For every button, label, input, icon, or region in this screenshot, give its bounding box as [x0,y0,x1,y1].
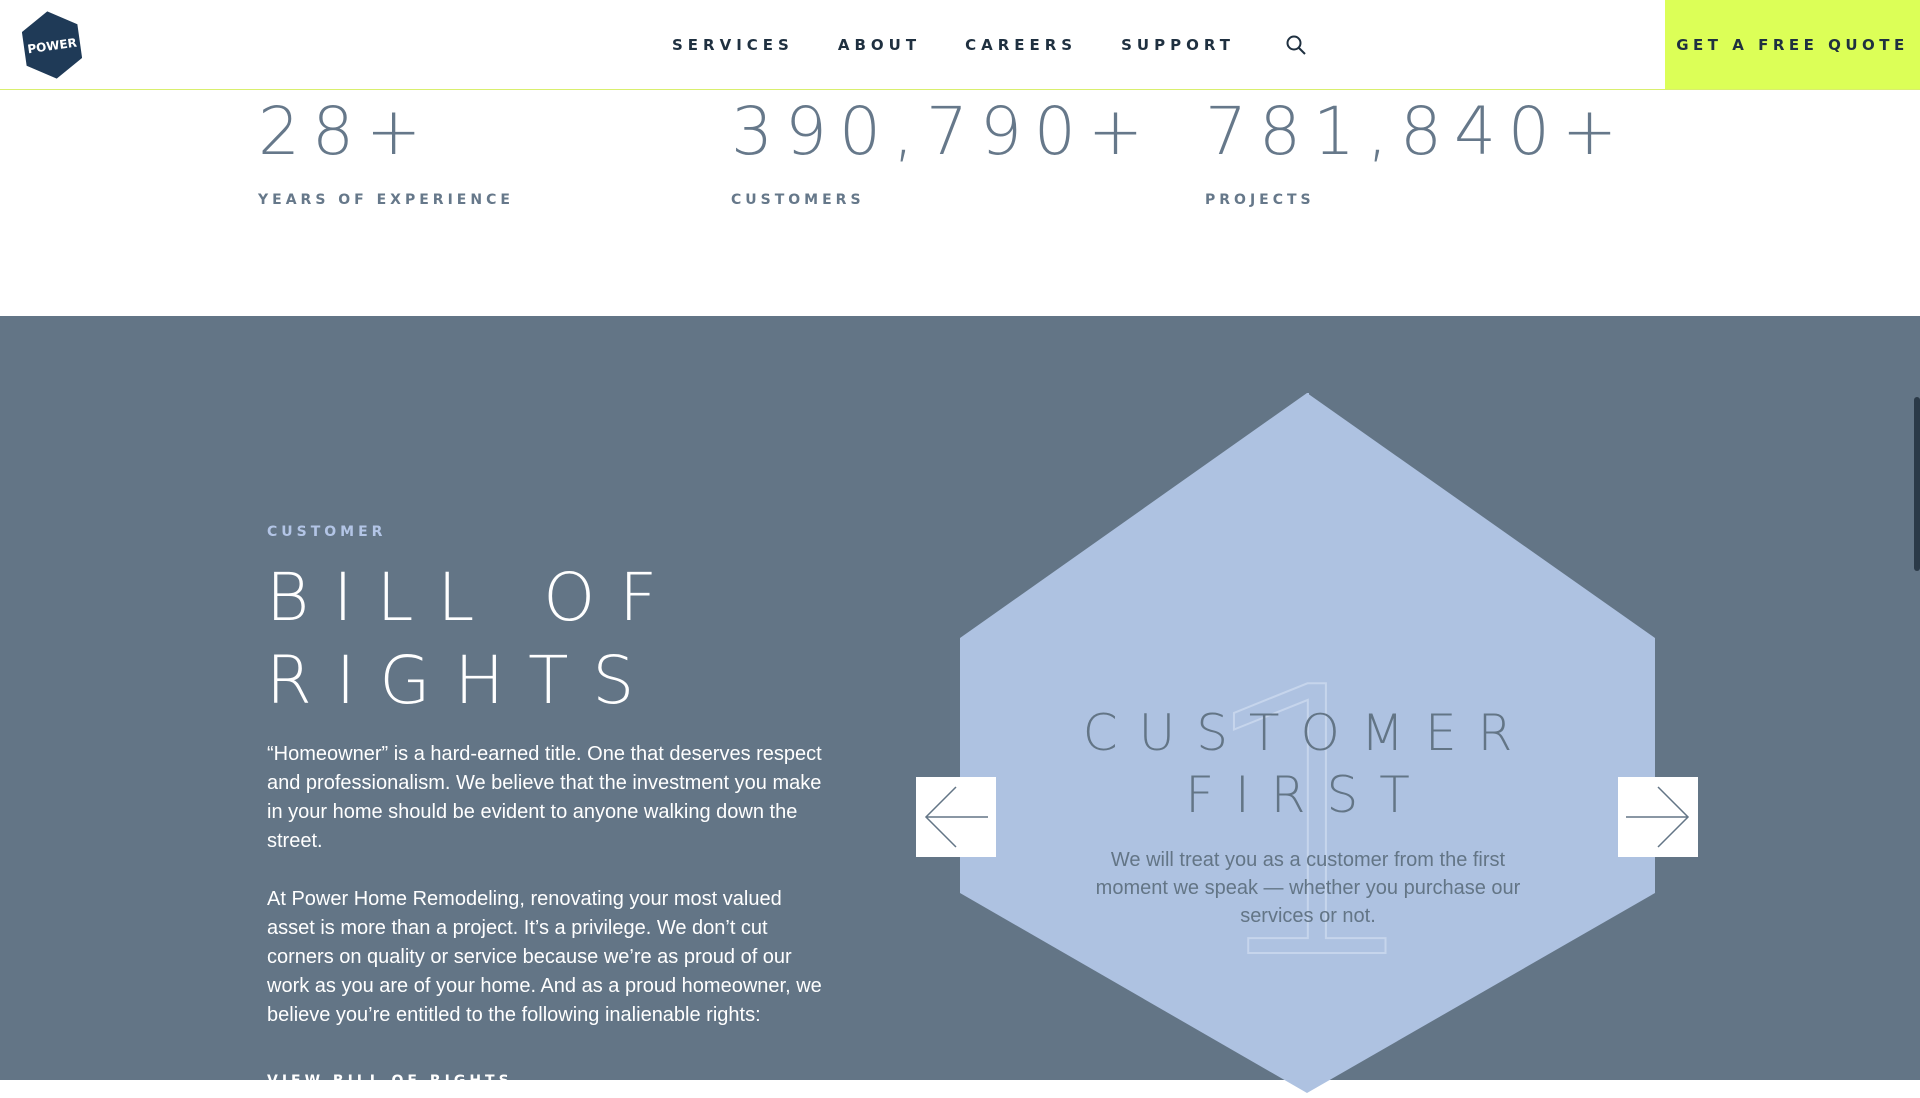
stat-projects: 781,840+ PROJECTS [1205,92,1629,208]
nav-about[interactable]: ABOUT [838,36,921,54]
section-eyebrow: CUSTOMER [267,524,387,540]
nav-support[interactable]: SUPPORT [1121,36,1235,54]
nav-services[interactable]: SERVICES [672,36,794,54]
stat-customers: 390,790+ CUSTOMERS [731,92,1155,208]
stat-value: 390,790+ [731,93,1156,170]
slide-title: CUSTOMER FIRST [1000,702,1616,826]
search-icon[interactable] [1285,34,1307,56]
intro-paragraph: “Homeowner” is a hard-earned title. One … [267,743,822,852]
prev-slide-button[interactable] [916,777,996,857]
stat-value: 781,840+ [1205,93,1630,170]
page-scrollbar[interactable] [1914,397,1920,571]
main-nav: SERVICES ABOUT CAREERS SUPPORT [672,0,1307,89]
stat-label: CUSTOMERS [731,192,865,208]
get-free-quote-button[interactable]: GET A FREE QUOTE [1665,0,1920,89]
next-slide-button[interactable] [1618,777,1698,857]
view-bill-of-rights-link[interactable]: VIEW BILL OF RIGHTS [267,1073,513,1089]
power-logo[interactable]: POWER [22,11,82,79]
section-title-line1: BILL OF [266,559,682,636]
nav-careers[interactable]: CAREERS [965,36,1077,54]
section-title-line2: RIGHTS [266,642,659,719]
stat-label: PROJECTS [1205,192,1315,208]
slide-description: We will treat you as a customer from the… [1095,849,1521,927]
stat-years: 28+ YEARS OF EXPERIENCE [258,92,514,208]
section-title: BILL OF RIGHTS [266,556,866,722]
slide-title-line1: CUSTOMER [1082,704,1534,762]
arrow-left-icon [924,786,988,848]
site-header: POWER SERVICES ABOUT CAREERS SUPPORT GET… [0,0,1920,90]
body-paragraph: At Power Home Remodeling, renovating you… [267,888,822,1026]
arrow-right-icon [1626,786,1690,848]
slide-number: 1 [1193,611,1428,1041]
stat-value: 28+ [258,93,434,170]
slide-title-line2: FIRST [1185,766,1431,824]
stat-label: YEARS OF EXPERIENCE [258,192,514,208]
